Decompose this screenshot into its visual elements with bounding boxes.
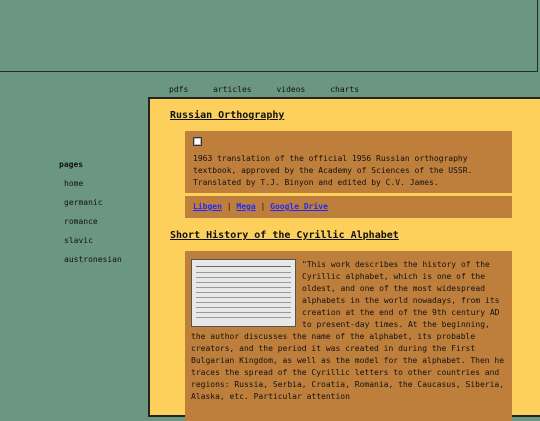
nav-videos[interactable]: videos	[276, 85, 305, 94]
section-title-russian-orthography[interactable]: Russian Orthography	[170, 110, 284, 121]
sidebar: pages home germanic romance slavic austr…	[59, 160, 122, 274]
broken-image-icon	[193, 137, 202, 146]
sidebar-item-germanic[interactable]: germanic	[64, 198, 122, 207]
sidebar-title: pages	[59, 160, 84, 169]
sidebar-item-home[interactable]: home	[64, 179, 122, 188]
sidebar-item-austronesian[interactable]: austronesian	[64, 255, 122, 264]
section-title-cyrillic-history[interactable]: Short History of the Cyrillic Alphabet	[170, 230, 399, 241]
top-nav: pdfs articles videos charts	[169, 85, 379, 94]
download-links: Libgen | Mega | Google Drive	[185, 196, 512, 218]
nav-charts[interactable]: charts	[330, 85, 359, 94]
nav-pdfs[interactable]: pdfs	[169, 85, 188, 94]
book-cover-thumbnail	[191, 259, 296, 327]
nav-articles[interactable]: articles	[213, 85, 252, 94]
book-card-cyrillic-history: "This work describes the history of the …	[185, 251, 512, 421]
link-google-drive[interactable]: Google Drive	[270, 202, 328, 211]
link-separator: |	[260, 202, 266, 211]
main-content: Russian Orthography 1963 translation of …	[148, 97, 540, 421]
header-area	[0, 0, 538, 72]
link-separator: |	[226, 202, 232, 211]
link-mega[interactable]: Mega	[236, 202, 255, 211]
sidebar-item-romance[interactable]: romance	[64, 217, 122, 226]
book-card-russian-orthography: 1963 translation of the official 1956 Ru…	[185, 131, 512, 193]
sidebar-item-slavic[interactable]: slavic	[64, 236, 122, 245]
book-description: 1963 translation of the official 1956 Ru…	[193, 154, 473, 187]
link-libgen[interactable]: Libgen	[193, 202, 222, 211]
